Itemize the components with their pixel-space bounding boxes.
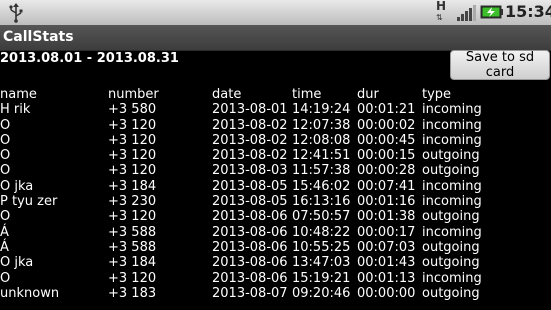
cell-time: 15:46:02: [292, 178, 351, 194]
cell-dur: 00:01:16: [357, 194, 416, 210]
cell-time: 07:50:57: [292, 209, 351, 225]
header-time: time: [292, 87, 322, 102]
cell-name: O: [0, 117, 11, 133]
cell-name: O: [0, 270, 11, 286]
cell-dur: 00:00:17: [357, 224, 416, 240]
cell-name: Á: [0, 224, 9, 240]
battery-charging-icon: [480, 5, 503, 19]
data-arrows-icon: ⇅: [436, 13, 443, 22]
cell-number: +3 184: [108, 178, 157, 194]
cell-type: outgoing: [422, 255, 480, 271]
cell-type: incoming: [422, 178, 482, 194]
cell-type: outgoing: [422, 209, 480, 225]
cell-number: +3 183: [108, 285, 157, 301]
cell-date: 2013-08-06: [212, 224, 288, 240]
signal-icon: [457, 5, 476, 21]
cell-time: 10:55:25: [292, 239, 351, 255]
header-number: number: [108, 87, 159, 102]
cell-number: +3 230: [108, 194, 157, 210]
cell-time: 10:48:22: [292, 224, 351, 240]
cell-date: 2013-08-06: [212, 209, 288, 225]
cell-dur: 00:00:02: [357, 117, 416, 133]
clock: 15:34: [505, 2, 551, 21]
cell-name: O: [0, 209, 11, 225]
cell-name: O jka: [0, 255, 34, 271]
cell-number: +3 588: [108, 224, 157, 240]
cell-name: unknown: [0, 285, 60, 301]
cell-time: 14:19:24: [292, 102, 351, 118]
cell-name: O: [0, 163, 11, 179]
cell-date: 2013-08-05: [212, 178, 288, 194]
cell-dur: 00:01:21: [357, 102, 416, 118]
cell-dur: 00:00:15: [357, 148, 416, 164]
header-date: date: [212, 87, 242, 102]
cell-time: 12:07:38: [292, 117, 351, 133]
cell-date: 2013-08-03: [212, 163, 288, 179]
cell-number: +3 120: [108, 117, 157, 133]
app-title-bar: CallStats: [0, 25, 551, 51]
cell-time: 12:41:51: [292, 148, 351, 164]
cell-type: incoming: [422, 270, 482, 286]
cell-date: 2013-08-07: [212, 285, 288, 301]
cell-type: outgoing: [422, 148, 480, 164]
cell-dur: 00:00:45: [357, 132, 416, 148]
cell-time: 09:20:46: [292, 285, 351, 301]
cell-number: +3 120: [108, 209, 157, 225]
cell-date: 2013-08-02: [212, 132, 288, 148]
cell-dur: 00:07:03: [357, 239, 416, 255]
header-dur: dur: [357, 87, 379, 102]
cell-number: +3 588: [108, 239, 157, 255]
cell-dur: 00:00:00: [357, 285, 416, 301]
cell-number: +3 120: [108, 148, 157, 164]
app-title: CallStats: [3, 29, 74, 45]
cell-type: outgoing: [422, 239, 480, 255]
status-bar: H ⇅ 15:34: [0, 0, 551, 25]
cell-date: 2013-08-06: [212, 239, 288, 255]
cell-number: +3 120: [108, 163, 157, 179]
usb-icon: [9, 3, 23, 23]
cell-date: 2013-08-06: [212, 255, 288, 271]
header-type: type: [422, 87, 452, 102]
cell-name: O: [0, 148, 11, 164]
cell-name: H rik: [0, 102, 31, 118]
cell-name: O jka: [0, 178, 34, 194]
cell-type: outgoing: [422, 163, 480, 179]
cell-type: incoming: [422, 132, 482, 148]
network-h-icon: H ⇅: [434, 0, 450, 24]
cell-name: P tyu zer: [0, 194, 58, 210]
save-to-sd-card-button[interactable]: Save to sd card: [450, 50, 550, 80]
cell-date: 2013-08-02: [212, 148, 288, 164]
cell-type: incoming: [422, 194, 482, 210]
cell-date: 2013-08-01: [212, 102, 288, 118]
cell-date: 2013-08-05: [212, 194, 288, 210]
cell-dur: 00:01:13: [357, 270, 416, 286]
cell-type: incoming: [422, 224, 482, 240]
cell-dur: 00:01:38: [357, 209, 416, 225]
cell-date: 2013-08-02: [212, 117, 288, 133]
header-name: name: [0, 87, 37, 102]
cell-name: O: [0, 132, 11, 148]
cell-time: 15:19:21: [292, 270, 351, 286]
cell-name: Á: [0, 239, 9, 255]
cell-number: +3 120: [108, 132, 157, 148]
cell-number: +3 184: [108, 255, 157, 271]
cell-time: 11:57:38: [292, 163, 351, 179]
cell-time: 12:08:08: [292, 132, 351, 148]
cell-number: +3 580: [108, 102, 157, 118]
cell-number: +3 120: [108, 270, 157, 286]
date-range: 2013.08.01 - 2013.08.31: [0, 51, 179, 66]
cell-date: 2013-08-06: [212, 270, 288, 286]
network-type-label: H: [436, 0, 447, 13]
cell-dur: 00:07:41: [357, 178, 416, 194]
cell-type: incoming: [422, 102, 482, 118]
cell-time: 16:13:16: [292, 194, 351, 210]
cell-time: 13:47:03: [292, 255, 351, 271]
cell-type: outgoing: [422, 285, 480, 301]
cell-type: incoming: [422, 117, 482, 133]
cell-dur: 00:00:28: [357, 163, 416, 179]
cell-dur: 00:01:43: [357, 255, 416, 271]
